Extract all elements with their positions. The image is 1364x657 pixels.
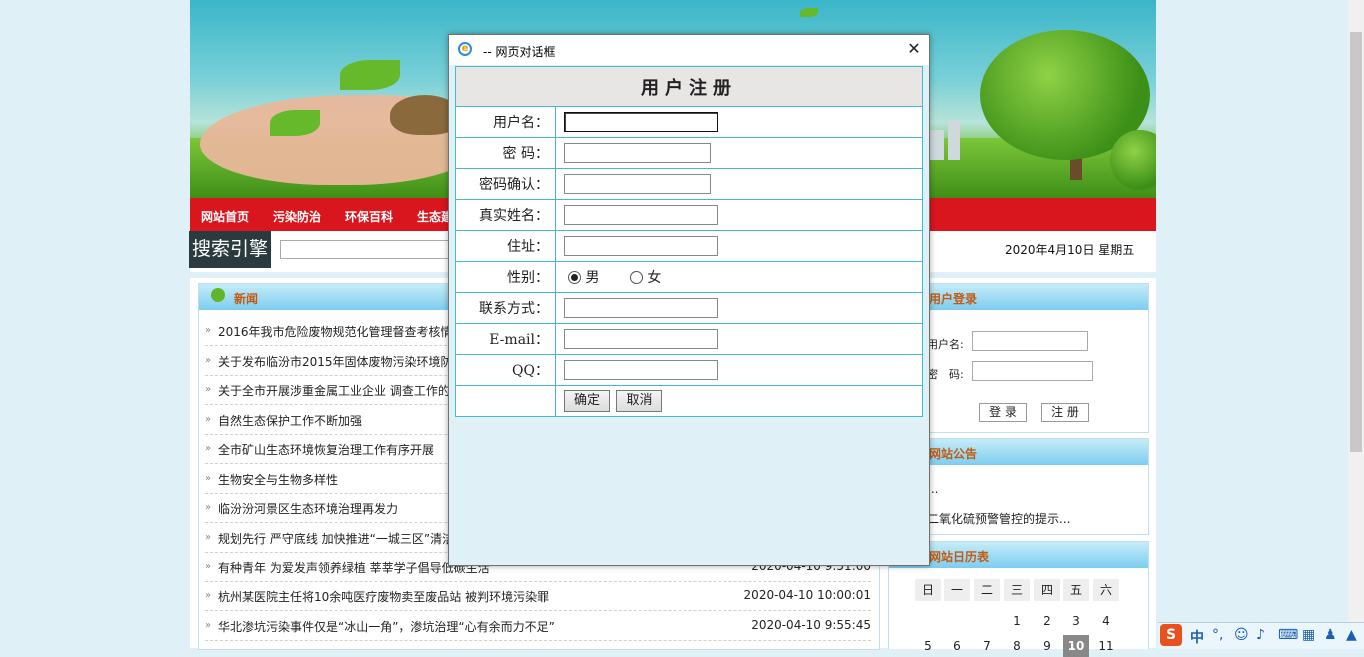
bullet-icon: » xyxy=(205,443,212,454)
login-password-input[interactable] xyxy=(972,361,1093,381)
ime-toolbar: S 中 °, ☺ ♪ ⌨ ▦ ♟ ▲ xyxy=(1158,622,1364,649)
gender-male-radio[interactable] xyxy=(568,270,581,284)
login-title: 用户登录 xyxy=(929,292,978,306)
form-heading: 用户注册 xyxy=(455,66,923,107)
username-label: 用户名： xyxy=(455,106,556,138)
calendar-day[interactable]: 9 xyxy=(1034,635,1060,657)
gender-male-label[interactable]: 男 xyxy=(585,270,599,286)
login-username-input[interactable] xyxy=(972,331,1088,351)
bullet-icon: » xyxy=(205,473,212,484)
calendar-title: 网站日历表 xyxy=(929,550,990,564)
qq-input[interactable] xyxy=(564,360,718,380)
qq-label: QQ： xyxy=(455,354,556,386)
bullet-icon: » xyxy=(205,590,212,601)
confirm-password-label: 密码确认： xyxy=(455,168,556,200)
register-button[interactable]: 注 册 xyxy=(1041,403,1089,422)
bullet-icon: » xyxy=(205,502,212,513)
calendar-weekday: 五 xyxy=(1063,579,1089,601)
bullet-icon: » xyxy=(205,384,212,395)
dialog-titlebar[interactable]: e -- 网页对话框 ✕ xyxy=(449,35,929,65)
gender-female-radio[interactable] xyxy=(629,270,643,284)
bullet-icon: » xyxy=(205,325,212,336)
bullet-icon: » xyxy=(205,561,212,572)
toolbox-icon[interactable]: ▦ xyxy=(1302,627,1315,643)
cancel-button[interactable]: 取消 xyxy=(616,390,663,412)
username-input[interactable] xyxy=(564,112,718,132)
sogou-s-icon[interactable]: S xyxy=(1160,624,1182,646)
calendar-day[interactable]: 1 xyxy=(1004,610,1030,632)
bullet-icon: » xyxy=(205,620,212,631)
user-icon[interactable]: ♟ xyxy=(1324,627,1337,643)
nav-pollution[interactable]: 污染防治 xyxy=(273,208,321,225)
notice-title: 网站公告 xyxy=(929,447,978,461)
register-dialog: e -- 网页对话框 ✕ 用户注册 用户名： 密 码： 密码确认： 真实姓名： … xyxy=(448,34,930,566)
news-item[interactable]: » 杭州某医院主任将10余吨医疗废物卖至废品站 被判环境污染罪 2020-04-10… xyxy=(205,581,871,611)
dialog-title: -- 网页对话框 xyxy=(483,45,556,59)
calendar-day[interactable]: 7 xyxy=(974,635,1000,657)
current-date: 2020年4月10日 星期五 xyxy=(1005,243,1135,257)
bullet-icon: » xyxy=(205,355,212,366)
calendar-weekday: 六 xyxy=(1093,579,1119,601)
balloon-icon xyxy=(211,288,225,302)
search-label: 搜索引擎 xyxy=(189,231,271,268)
calendar-today[interactable]: 10 xyxy=(1063,635,1089,657)
calendar-day[interactable]: 4 xyxy=(1093,610,1119,632)
login-password-label: 密 码: xyxy=(927,368,964,381)
address-label: 住址： xyxy=(455,230,556,262)
email-label: E-mail： xyxy=(455,323,556,355)
calendar-weekday: 日 xyxy=(915,579,941,601)
email-input[interactable] xyxy=(564,329,718,349)
microphone-icon[interactable]: ♪ xyxy=(1256,627,1265,643)
password-label: 密 码： xyxy=(455,137,556,169)
calendar-day[interactable]: 3 xyxy=(1063,610,1089,632)
scrollbar-thumb[interactable] xyxy=(1350,32,1362,452)
calendar-day[interactable]: 11 xyxy=(1093,635,1119,657)
gender-label: 性别： xyxy=(455,261,556,293)
bullet-icon: » xyxy=(205,414,212,425)
ok-button[interactable]: 确定 xyxy=(564,390,611,412)
ie-icon: e xyxy=(458,42,472,56)
punctuation-icon[interactable]: °, xyxy=(1212,627,1223,643)
address-input[interactable] xyxy=(564,236,718,256)
gender-female-label[interactable]: 女 xyxy=(647,270,661,286)
calendar-day[interactable]: 2 xyxy=(1034,610,1060,632)
nav-encyclopedia[interactable]: 环保百科 xyxy=(345,208,393,225)
close-icon[interactable]: ✕ xyxy=(905,39,923,59)
calendar-weekday: 一 xyxy=(944,579,970,601)
notice-item[interactable]: 二氧化硫预警管控的提示... xyxy=(927,510,1070,527)
realname-input[interactable] xyxy=(564,205,718,225)
calendar-day[interactable]: 6 xyxy=(944,635,970,657)
ime-mode[interactable]: 中 xyxy=(1190,627,1204,647)
login-username-label: 用户名: xyxy=(927,338,964,351)
password-input[interactable] xyxy=(564,143,711,163)
news-title: 新闻 xyxy=(234,292,259,306)
skin-icon[interactable]: ▲ xyxy=(1346,627,1357,643)
calendar-weekday: 二 xyxy=(974,579,1000,601)
emoji-icon[interactable]: ☺ xyxy=(1234,627,1249,643)
calendar-weekday: 四 xyxy=(1034,579,1060,601)
calendar-day[interactable]: 8 xyxy=(1004,635,1030,657)
contact-input[interactable] xyxy=(564,298,718,318)
news-item[interactable]: » 华北渗坑污染事件仅是“冰山一角”，渗坑治理“心有余而力不足” 2020-04-1… xyxy=(205,611,871,641)
realname-label: 真实姓名： xyxy=(455,199,556,231)
calendar-weekday: 三 xyxy=(1004,579,1030,601)
login-button[interactable]: 登 录 xyxy=(979,403,1027,422)
nav-home[interactable]: 网站首页 xyxy=(201,208,249,225)
register-form: 用户注册 用户名： 密 码： 密码确认： 真实姓名： 住址： 性别： 男 女 联… xyxy=(455,66,923,417)
calendar-day[interactable]: 5 xyxy=(915,635,941,657)
confirm-password-input[interactable] xyxy=(564,174,711,194)
contact-label: 联系方式： xyxy=(455,292,556,324)
bullet-icon: » xyxy=(205,532,212,543)
keyboard-icon[interactable]: ⌨ xyxy=(1278,627,1298,643)
